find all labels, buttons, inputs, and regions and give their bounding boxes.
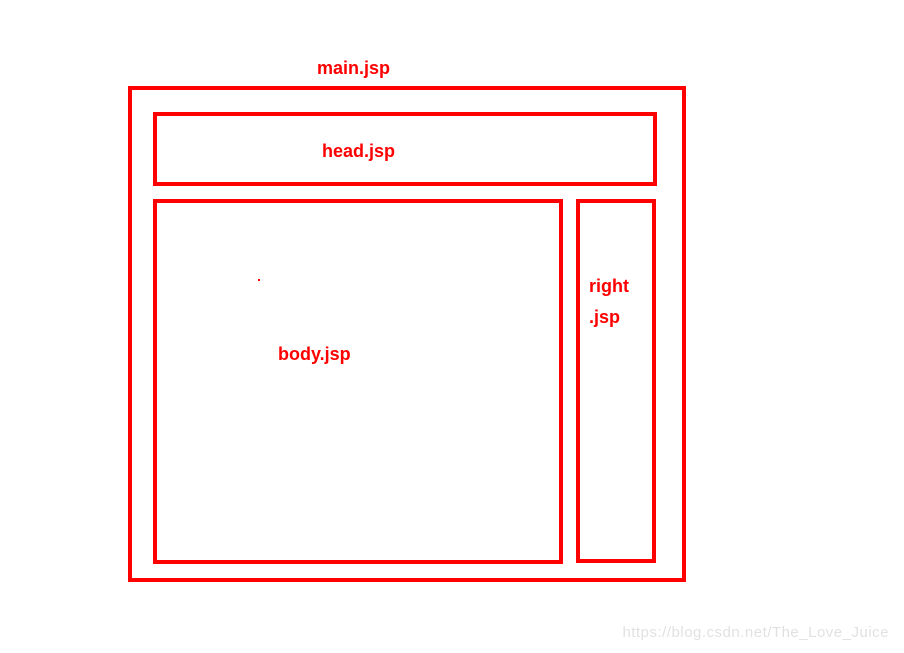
right-jsp-box	[576, 199, 656, 563]
body-jsp-box	[153, 199, 563, 564]
head-jsp-label: head.jsp	[322, 138, 395, 165]
csdn-watermark: https://blog.csdn.net/The_Love_Juice	[623, 624, 890, 641]
head-jsp-box	[153, 112, 657, 186]
right-jsp-label-line1: right	[589, 273, 629, 300]
right-jsp-label-line2: .jsp	[589, 304, 620, 331]
decorative-dot	[258, 279, 260, 281]
body-jsp-label: body.jsp	[278, 341, 351, 368]
main-jsp-title: main.jsp	[317, 55, 390, 82]
